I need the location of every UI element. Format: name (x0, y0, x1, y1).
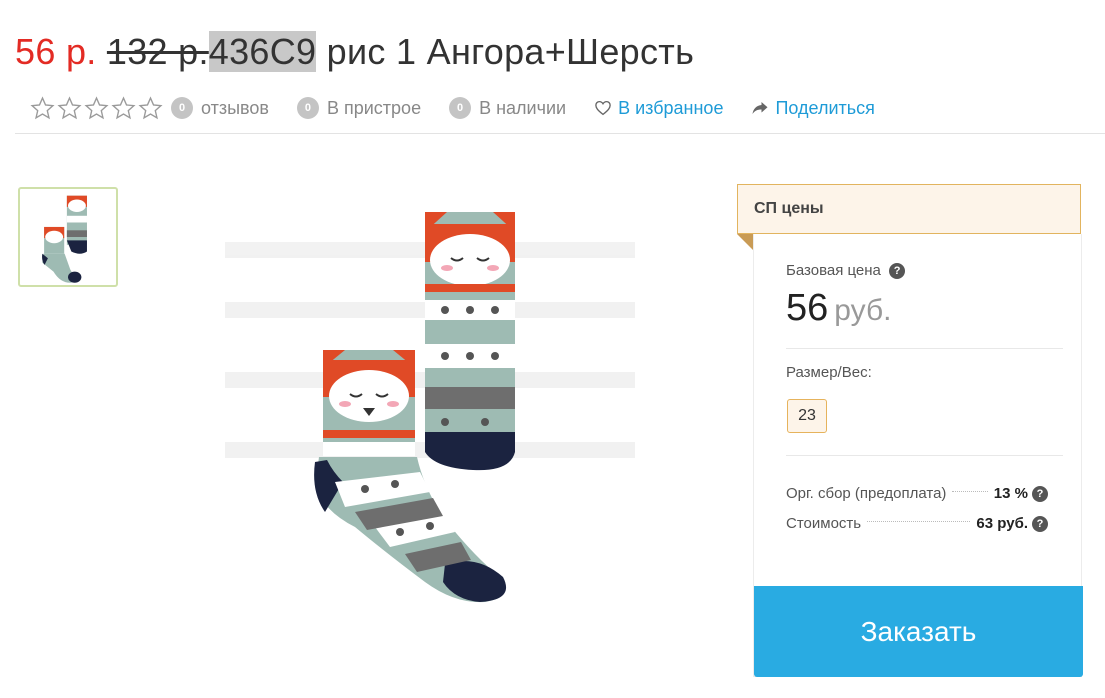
star-icon[interactable] (84, 95, 109, 121)
size-option[interactable]: 23 (787, 399, 827, 433)
base-price: 56 руб. (786, 287, 891, 330)
reviews-label: отзывов (201, 97, 269, 118)
share-link[interactable]: Поделиться (751, 97, 875, 119)
star-icon[interactable] (30, 95, 55, 121)
old-price: 132 р. (106, 31, 209, 72)
stock-status: 0 В наличии (449, 97, 566, 119)
header-ribbon-fold (737, 234, 753, 250)
cost-value: 63 руб. (976, 515, 1028, 532)
add-to-favorites-link[interactable]: В избранное (594, 98, 723, 119)
base-price-label-row: Базовая цена ? (786, 262, 906, 279)
cost-row: Стоимость 63 руб. ? (786, 515, 1048, 532)
attach-status: 0 В пристрое (296, 97, 422, 119)
price-panel: Базовая цена ? 56 руб. Размер/Вес: 23 Орг… (753, 234, 1083, 677)
attach-count-badge: 0 (296, 97, 319, 119)
org-fee-row: Орг. сбор (предоплата) 13 % ? (786, 485, 1048, 502)
panel-divider (786, 455, 1063, 456)
product-sku: 436С9 (208, 31, 317, 72)
base-price-label: Базовая цена (786, 262, 881, 279)
stock-count-badge: 0 (449, 97, 472, 119)
star-icon[interactable] (57, 95, 82, 121)
size-label: Размер/Вес: (786, 364, 872, 381)
cost-label: Стоимость (786, 515, 862, 532)
reviews-count-badge: 0 (171, 97, 193, 119)
product-main-image[interactable] (215, 182, 645, 612)
product-title: 56 р. 132 р.436С9 рис 1 Ангора+Шерсть (15, 26, 694, 78)
dotted-leader (952, 491, 988, 492)
sp-prices-title: СП цены (754, 200, 824, 217)
base-price-currency: руб. (834, 294, 892, 327)
help-icon[interactable]: ? (1032, 485, 1048, 502)
product-meta-row: 0 отзывов 0 В пристрое 0 В наличии В изб… (30, 95, 903, 121)
sp-prices-header: СП цены (737, 184, 1081, 234)
stock-label: В наличии (479, 97, 567, 118)
order-button[interactable]: Заказать (754, 586, 1083, 677)
reviews-link[interactable]: 0 отзывов (171, 97, 269, 119)
panel-divider (786, 348, 1063, 349)
current-price: 56 р. (15, 31, 97, 72)
heart-icon (595, 100, 611, 116)
org-fee-label: Орг. сбор (предоплата) (786, 485, 947, 502)
base-price-value: 56 (786, 287, 829, 329)
product-thumbnail[interactable] (18, 187, 118, 287)
star-icon[interactable] (138, 95, 163, 121)
tall-sock (425, 212, 515, 471)
share-arrow-icon (752, 102, 768, 114)
star-icon[interactable] (111, 95, 136, 121)
org-fee-value: 13 % (993, 485, 1028, 502)
favorites-label: В избранное (618, 97, 724, 118)
attach-label: В пристрое (326, 97, 422, 118)
share-label: Поделиться (775, 97, 875, 118)
rating-stars[interactable] (30, 95, 163, 121)
socks-thumbnail-image (42, 195, 87, 283)
dotted-leader (867, 521, 971, 522)
help-icon[interactable]: ? (889, 263, 906, 279)
help-icon[interactable]: ? (1032, 515, 1048, 532)
header-divider (15, 133, 1105, 134)
product-name: рис 1 Ангора+Шерсть (316, 31, 695, 72)
